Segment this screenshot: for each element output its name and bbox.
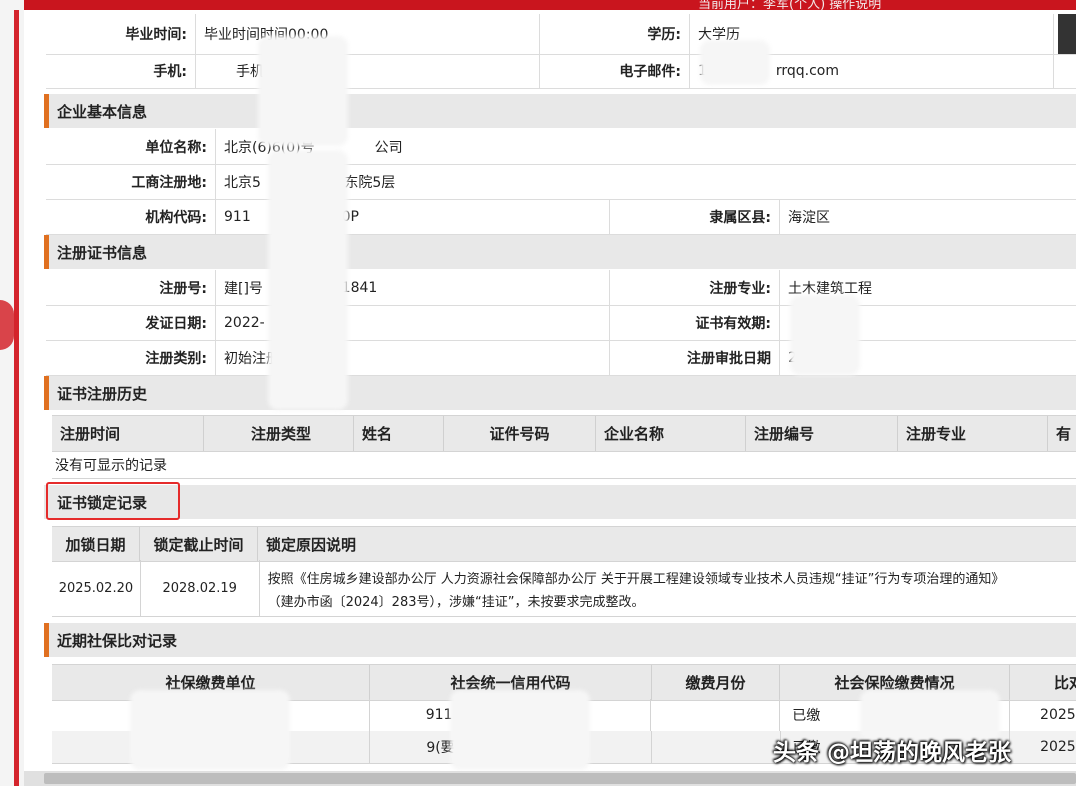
- lock-reason-line2: （建办市函〔2024〕283号），涉嫌“挂证”，未按要求完成整改。: [267, 595, 645, 610]
- history-col-more[interactable]: 有: [1048, 416, 1076, 451]
- reg-type-label: 注册类别:: [46, 340, 216, 375]
- lock-date: 2025.02.20: [52, 560, 141, 616]
- education-label: 学历:: [540, 14, 690, 54]
- district-value: 海淀区: [788, 209, 830, 226]
- section-history-title: 证书注册历史: [57, 385, 148, 403]
- top-bar-text: 当前用户：李军(个人) 操作说明: [698, 0, 882, 10]
- history-empty-row: 没有可显示的记录: [52, 451, 1076, 479]
- lock-reason: 按照《住房城乡建设部办公厅 人力资源社会保障部办公厅 关于开展工程建设领域专业技…: [260, 560, 1076, 616]
- section-company: 企业基本信息: [44, 94, 1076, 128]
- phone-label: 手机:: [46, 54, 196, 88]
- reg-no-label: 注册号:: [46, 270, 216, 305]
- lock-row: 2025.02.20 2028.02.19 按照《住房城乡建设部办公厅 人力资源…: [52, 560, 1076, 617]
- issue-date-label: 发证日期:: [46, 305, 216, 340]
- watermark: 头条 @坦荡的晚风老张: [773, 740, 1012, 766]
- history-col-company[interactable]: 企业名称: [596, 416, 746, 451]
- company-name-label: 单位名称:: [46, 129, 216, 164]
- valid-period-label: 证书有效期:: [610, 305, 780, 340]
- scrollbar-thumb[interactable]: [44, 773, 1076, 784]
- reg-address-part1: 北京5: [224, 174, 261, 191]
- row-issue-date: 发证日期: 2022- 证书有效期:: [46, 305, 1076, 341]
- row-reg-no: 注册号: 建[]号 0101841 注册专业: 土木建筑工程: [46, 270, 1076, 306]
- lock-end-date: 2028.02.19: [141, 560, 260, 616]
- row-contact: 手机: 手机: 电子邮件: 14 rrqq.com: [46, 54, 1076, 89]
- row-reg-type: 注册类别: 初始注册 注册审批日期 20: [46, 340, 1076, 376]
- row-graduation: 毕业时间: 毕业时间时间00:00 学历: 大学历: [46, 14, 1076, 55]
- phone-value: 手机:: [196, 54, 540, 88]
- graduation-time-label: 毕业时间:: [46, 14, 196, 54]
- history-table-header: 注册时间 注册类型 姓名 证件号码 企业名称 注册编号 注册专业 有: [52, 415, 1076, 452]
- social-row-2-compare: 2025: [1040, 739, 1076, 755]
- reg-no-part1: 建[]号: [224, 280, 263, 297]
- section-lock: 证书锁定记录: [44, 485, 1076, 519]
- section-history: 证书注册历史: [44, 376, 1076, 410]
- social-col-compare[interactable]: 比对: [1010, 665, 1076, 700]
- history-col-reg-time[interactable]: 注册时间: [52, 416, 204, 451]
- lock-table-header: 加锁日期 锁定截止时间 锁定原因说明: [52, 526, 1076, 562]
- row-company-name: 单位名称: 北京(6)6(0)号 公司: [46, 129, 1076, 165]
- graduation-time-value: 毕业时间时间00:00: [196, 14, 540, 54]
- history-col-major[interactable]: 注册专业: [898, 416, 1048, 451]
- district-label: 隶属区县:: [610, 199, 780, 234]
- social-col-month[interactable]: 缴费月份: [652, 665, 780, 700]
- lock-col-lock-date[interactable]: 加锁日期: [52, 527, 140, 561]
- lock-reason-line1: 按照《住房城乡建设部办公厅 人力资源社会保障部办公厅 关于开展工程建设领域专业技…: [267, 572, 1005, 587]
- email-suffix: rrqq.com: [775, 63, 839, 79]
- major-label: 注册专业:: [610, 270, 780, 305]
- section-social: 近期社保比对记录: [44, 623, 1076, 657]
- history-col-reg-no[interactable]: 注册编号: [746, 416, 898, 451]
- redaction-patch: [450, 690, 590, 770]
- history-empty-text: 没有可显示的记录: [55, 457, 167, 474]
- org-code-part1: 911: [224, 208, 251, 225]
- redaction-patch: [130, 690, 290, 770]
- social-row-2-month: [652, 731, 781, 763]
- org-code-label: 机构代码:: [46, 199, 216, 234]
- top-bar: 当前用户：李军(个人) 操作说明: [0, 0, 1076, 10]
- left-side-tab[interactable]: [0, 300, 14, 350]
- left-rail: [0, 0, 24, 786]
- history-col-reg-type[interactable]: 注册类型: [204, 416, 354, 451]
- reg-address-label: 工商注册地:: [46, 164, 216, 199]
- section-certificate-title: 注册证书信息: [57, 244, 148, 262]
- approve-date-label: 注册审批日期: [610, 340, 780, 375]
- redaction-patch: [268, 150, 348, 410]
- lock-highlight-box: [46, 482, 180, 520]
- redaction-patch: [790, 295, 860, 375]
- section-company-title: 企业基本信息: [57, 103, 148, 121]
- lock-col-reason[interactable]: 锁定原因说明: [258, 527, 1076, 561]
- redaction-patch: [700, 40, 770, 85]
- section-certificate: 注册证书信息: [44, 235, 1076, 269]
- email-label: 电子邮件:: [540, 54, 690, 88]
- lock-col-end-date[interactable]: 锁定截止时间: [140, 527, 258, 561]
- left-accent-bar: [14, 10, 19, 786]
- history-col-id-no[interactable]: 证件号码: [444, 416, 596, 451]
- history-col-name[interactable]: 姓名: [354, 416, 444, 451]
- redaction-patch: [258, 36, 348, 146]
- row-org-code: 机构代码: 911 60P 隶属区县: 海淀区: [46, 199, 1076, 235]
- social-row-1-month: [651, 699, 781, 731]
- company-name-part2: 公司: [374, 139, 403, 156]
- section-social-title: 近期社保比对记录: [57, 632, 178, 650]
- row-reg-address: 工商注册地: 北京5 )东院5层: [46, 164, 1076, 200]
- social-row-1-compare: 2025: [1040, 707, 1076, 723]
